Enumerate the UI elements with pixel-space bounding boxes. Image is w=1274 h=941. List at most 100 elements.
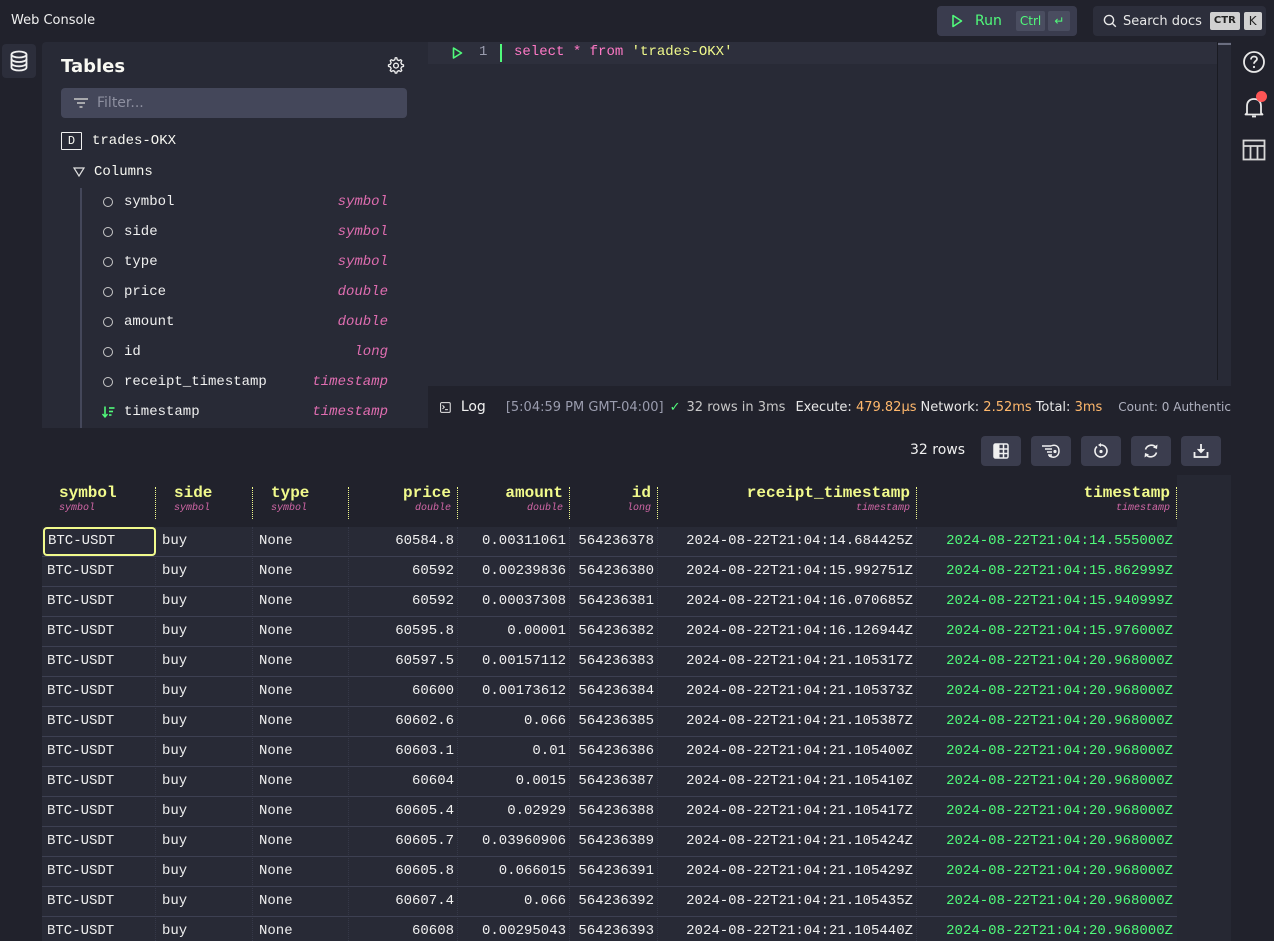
scroll-thumb[interactable] [1218, 43, 1231, 45]
cell-side[interactable]: buy [156, 797, 253, 826]
cell-type[interactable]: None [253, 617, 349, 646]
cell-symbol[interactable]: BTC-USDT [42, 617, 156, 646]
table-row[interactable]: BTC-USDT buy None 60597.5 0.00157112 56423638… [42, 647, 1177, 677]
column-header-side[interactable]: side symbol [156, 475, 253, 527]
cell-amount[interactable]: 0.00311061 [458, 527, 570, 556]
cell-side[interactable]: buy [156, 827, 253, 856]
cell-side[interactable]: buy [156, 707, 253, 736]
cell-side[interactable]: buy [156, 737, 253, 766]
cell-amount[interactable]: 0.066 [458, 707, 570, 736]
cell-id[interactable]: 564236386 [570, 737, 658, 766]
cell-timestamp[interactable]: 2024-08-22T21:04:15.862999Z [917, 557, 1177, 586]
cell-amount[interactable]: 0.03960906 [458, 827, 570, 856]
cell-side[interactable]: buy [156, 557, 253, 586]
cell-id[interactable]: 564236383 [570, 647, 658, 676]
column-header-symbol[interactable]: symbol symbol [42, 475, 156, 527]
cell-id[interactable]: 564236388 [570, 797, 658, 826]
column-item[interactable]: timestamp timestamp [102, 397, 388, 427]
cell-timestamp[interactable]: 2024-08-22T21:04:20.968000Z [917, 707, 1177, 736]
cell-id[interactable]: 564236385 [570, 707, 658, 736]
cell-price[interactable]: 60605.8 [349, 857, 458, 886]
cell-timestamp[interactable]: 2024-08-22T21:04:20.968000Z [917, 797, 1177, 826]
cell-price[interactable]: 60605.4 [349, 797, 458, 826]
cell-type[interactable]: None [253, 707, 349, 736]
cell-symbol[interactable]: BTC-USDT [42, 917, 156, 941]
cell-receipt-timestamp[interactable]: 2024-08-22T21:04:21.105400Z [658, 737, 917, 766]
cell-type[interactable]: None [253, 857, 349, 886]
cell-side[interactable]: buy [156, 767, 253, 796]
cell-id[interactable]: 564236389 [570, 827, 658, 856]
cell-timestamp[interactable]: 2024-08-22T21:04:20.968000Z [917, 677, 1177, 706]
table-row[interactable]: BTC-USDT buy None 60605.4 0.02929 564236388 20… [42, 797, 1177, 827]
cell-price[interactable]: 60600 [349, 677, 458, 706]
refresh-button[interactable] [1131, 436, 1171, 466]
cell-side[interactable]: buy [156, 617, 253, 646]
cell-type[interactable]: None [253, 827, 349, 856]
cell-symbol[interactable]: BTC-USDT [42, 647, 156, 676]
cell-id[interactable]: 564236382 [570, 617, 658, 646]
query-text[interactable]: select * from 'trades-OKX' [514, 44, 732, 60]
cell-type[interactable]: None [253, 767, 349, 796]
cell-side[interactable]: buy [156, 587, 253, 616]
cell-receipt-timestamp[interactable]: 2024-08-22T21:04:15.992751Z [658, 557, 917, 586]
cell-symbol[interactable]: BTC-USDT [42, 557, 156, 586]
help-button[interactable] [1242, 50, 1266, 74]
cell-amount[interactable]: 0.00239836 [458, 557, 570, 586]
cell-symbol[interactable]: BTC-USDT [42, 797, 156, 826]
cell-receipt-timestamp[interactable]: 2024-08-22T21:04:14.684425Z [658, 527, 917, 556]
table-view-button[interactable] [1242, 139, 1266, 163]
cell-type[interactable]: None [253, 587, 349, 616]
editor-scrollbar[interactable] [1217, 42, 1231, 380]
cell-receipt-timestamp[interactable]: 2024-08-22T21:04:21.105317Z [658, 647, 917, 676]
cell-receipt-timestamp[interactable]: 2024-08-22T21:04:21.105387Z [658, 707, 917, 736]
cell-symbol[interactable]: BTC-USDT [42, 587, 156, 616]
column-item[interactable]: symbol symbol [102, 187, 388, 217]
table-row[interactable]: BTC-USDT buy None 60584.8 0.00311061 56423637… [42, 527, 1177, 557]
search-docs-button[interactable]: Search docs CTR K [1093, 6, 1266, 36]
cell-timestamp[interactable]: 2024-08-22T21:04:20.968000Z [917, 737, 1177, 766]
table-row[interactable]: BTC-USDT buy None 60607.4 0.066 564236392 2024… [42, 887, 1177, 917]
table-row[interactable]: BTC-USDT buy None 60608 0.00295043 564236393 2… [42, 917, 1177, 941]
cell-symbol[interactable]: BTC-USDT [42, 827, 156, 856]
table-row[interactable]: BTC-USDT buy None 60592 0.00037308 564236381 2… [42, 587, 1177, 617]
cell-receipt-timestamp[interactable]: 2024-08-22T21:04:21.105417Z [658, 797, 917, 826]
cell-timestamp[interactable]: 2024-08-22T21:04:20.968000Z [917, 647, 1177, 676]
cell-receipt-timestamp[interactable]: 2024-08-22T21:04:21.105424Z [658, 827, 917, 856]
reset-layout-button[interactable] [1081, 436, 1121, 466]
column-header-timestamp[interactable]: timestamp timestamp [917, 475, 1177, 527]
cell-price[interactable]: 60607.4 [349, 887, 458, 916]
cell-side[interactable]: buy [156, 887, 253, 916]
table-row[interactable]: BTC-USDT buy None 60602.6 0.066 564236385 2024… [42, 707, 1177, 737]
column-header-id[interactable]: id long [570, 475, 658, 527]
column-item[interactable]: side symbol [102, 217, 388, 247]
download-button[interactable] [1181, 436, 1221, 466]
cell-receipt-timestamp[interactable]: 2024-08-22T21:04:21.105410Z [658, 767, 917, 796]
cell-timestamp[interactable]: 2024-08-22T21:04:20.968000Z [917, 767, 1177, 796]
cell-type[interactable]: None [253, 647, 349, 676]
cell-side[interactable]: buy [156, 647, 253, 676]
columns-toggle[interactable]: Columns [73, 164, 153, 180]
cell-amount[interactable]: 0.01 [458, 737, 570, 766]
cell-type[interactable]: None [253, 887, 349, 916]
column-item[interactable]: receipt_timestamp timestamp [102, 367, 388, 397]
gear-icon[interactable] [387, 57, 405, 79]
column-header-price[interactable]: price double [349, 475, 458, 527]
cell-amount[interactable]: 0.066015 [458, 857, 570, 886]
cell-receipt-timestamp[interactable]: 2024-08-22T21:04:21.105373Z [658, 677, 917, 706]
cell-amount[interactable]: 0.02929 [458, 797, 570, 826]
cell-side[interactable]: buy [156, 857, 253, 886]
filter-field[interactable] [61, 88, 407, 118]
cell-id[interactable]: 564236387 [570, 767, 658, 796]
cell-symbol-selected[interactable]: BTC-USDT [43, 527, 156, 556]
cell-timestamp[interactable]: 2024-08-22T21:04:15.940999Z [917, 587, 1177, 616]
table-row[interactable]: BTC-USDT buy None 60605.7 0.03960906 56423638… [42, 827, 1177, 857]
cell-symbol[interactable]: BTC-USDT [42, 887, 156, 916]
cell-id[interactable]: 564236391 [570, 857, 658, 886]
cell-price[interactable]: 60592 [349, 557, 458, 586]
column-item[interactable]: id long [102, 337, 388, 367]
freeze-columns-button[interactable] [981, 436, 1021, 466]
cell-receipt-timestamp[interactable]: 2024-08-22T21:04:21.105440Z [658, 917, 917, 941]
cell-timestamp[interactable]: 2024-08-22T21:04:20.968000Z [917, 917, 1177, 941]
table-row[interactable]: BTC-USDT buy None 60592 0.00239836 564236380 2… [42, 557, 1177, 587]
cell-amount[interactable]: 0.00295043 [458, 917, 570, 941]
